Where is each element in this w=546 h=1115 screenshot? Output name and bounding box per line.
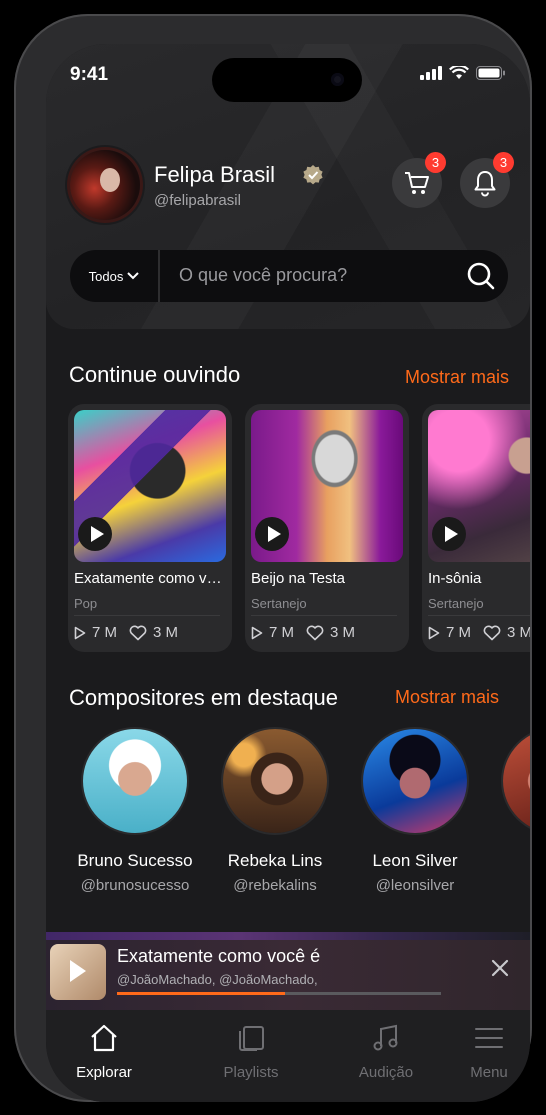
play-count: 7 M [446,624,472,641]
tab-explorar[interactable]: Explorar [56,1022,152,1081]
status-time: 9:41 [70,64,109,85]
tab-bar: Explorar Playlists Audição Menu [46,1010,530,1102]
close-icon[interactable] [490,958,510,978]
composer-handle: @rebekalins [233,877,317,894]
like-count: 3 M [153,624,179,641]
search-bar: Todos O que você procura? [70,250,508,302]
tab-audicao[interactable]: Audição [338,1022,434,1081]
play-count-icon [251,626,263,639]
continue-listening-title: Continue ouvindo [69,362,241,387]
tab-label: Menu [470,1064,508,1081]
track-title: In-sônia [428,570,482,587]
wifi-icon [449,66,469,79]
heart-icon [483,625,501,640]
play-count-icon [74,626,86,639]
track-card[interactable]: Exatamente como você é Pop 7 M 3 M [68,404,232,652]
composer-handle: @leonsilver [375,877,455,894]
profile-handle: @felipabrasil [154,192,241,209]
mini-player[interactable]: Exatamente como você é @JoãoMachado, @Jo… [46,940,530,1010]
track-genre: Sertanejo [251,596,307,611]
track-title: Beijo na Testa [251,570,345,587]
play-count-icon [428,626,440,639]
tab-playlists[interactable]: Playlists [203,1022,299,1081]
mini-player-play-button[interactable] [50,944,106,1000]
play-button[interactable] [255,517,289,551]
mini-player-artists: @JoãoMachado, @JoãoMachado, [117,972,318,987]
menu-icon [475,1028,503,1048]
cart-badge: 3 [425,152,446,173]
track-title: Exatamente como você é [74,570,222,587]
tab-label: Audição [358,1064,414,1081]
play-button[interactable] [432,517,466,551]
play-count: 7 M [92,624,118,641]
play-button[interactable] [78,517,112,551]
music-note-icon [373,1024,398,1051]
composer-name: H [493,851,530,871]
progress-bar[interactable] [117,992,441,995]
avatar[interactable] [70,150,140,220]
cart-button[interactable]: 3 [392,152,446,208]
composer-name: Leon Silver [372,851,458,870]
like-count: 3 M [330,624,356,641]
composer-item[interactable]: H @ [493,729,530,894]
bell-icon [474,171,496,197]
composer-avatar [223,729,327,833]
home-icon [91,1024,117,1052]
tab-label: Explorar [76,1064,132,1081]
notifications-button[interactable]: 3 [460,152,514,208]
heart-icon [306,625,324,640]
mini-player-title: Exatamente como você é [117,946,321,966]
track-card[interactable]: Beijo na Testa Sertanejo 7 M 3 M [245,404,409,652]
verified-badge-icon [303,165,323,185]
composer-avatar [503,729,530,833]
filter-label: Todos [88,268,124,284]
track-card[interactable]: In-sônia Sertanejo 7 M 3 M [422,404,530,652]
composer-name: Rebeka Lins [227,851,323,870]
tab-label: Playlists [223,1064,279,1081]
camera-icon [331,73,344,86]
signal-icon [420,66,442,80]
composer-handle: @brunosucesso [80,877,190,894]
playlists-icon [239,1026,264,1051]
composer-item[interactable]: Bruno Sucesso @brunosucesso [73,729,197,894]
profile-name: Felipa Brasil [154,162,276,187]
phone-frame: 9:41 Felipa Brasil @felipabrasil 3 3 Tod… [14,14,532,1102]
composers-show-more-link[interactable]: Mostrar mais [395,687,499,708]
like-count: 3 M [507,624,530,641]
battery-icon [476,66,505,80]
track-genre: Pop [74,596,98,611]
heart-icon [129,625,147,640]
profile-header: Felipa Brasil @felipabrasil 3 3 [70,150,514,220]
cart-icon [405,172,429,194]
search-input[interactable]: O que você procura? [179,265,347,286]
play-count: 7 M [269,624,295,641]
composer-handle: @ [493,877,530,894]
chevron-down-icon [127,272,140,280]
featured-composers-title: Compositores em destaque [69,685,339,710]
continue-show-more-link[interactable]: Mostrar mais [405,367,509,388]
search-icon[interactable] [466,261,496,291]
tab-menu[interactable]: Menu [441,1022,530,1081]
composer-name: Bruno Sucesso [77,851,193,870]
track-genre: Sertanejo [428,596,484,611]
filter-dropdown[interactable]: Todos [70,250,160,302]
composer-item[interactable]: Rebeka Lins @rebekalins [213,729,337,894]
screen: 9:41 Felipa Brasil @felipabrasil 3 3 Tod… [46,44,530,1102]
progress-fill [117,992,286,995]
dynamic-island [212,58,362,102]
composer-item[interactable]: Leon Silver @leonsilver [353,729,477,894]
composer-avatar [83,729,187,833]
composer-avatar [363,729,467,833]
notifications-badge: 3 [493,152,514,173]
